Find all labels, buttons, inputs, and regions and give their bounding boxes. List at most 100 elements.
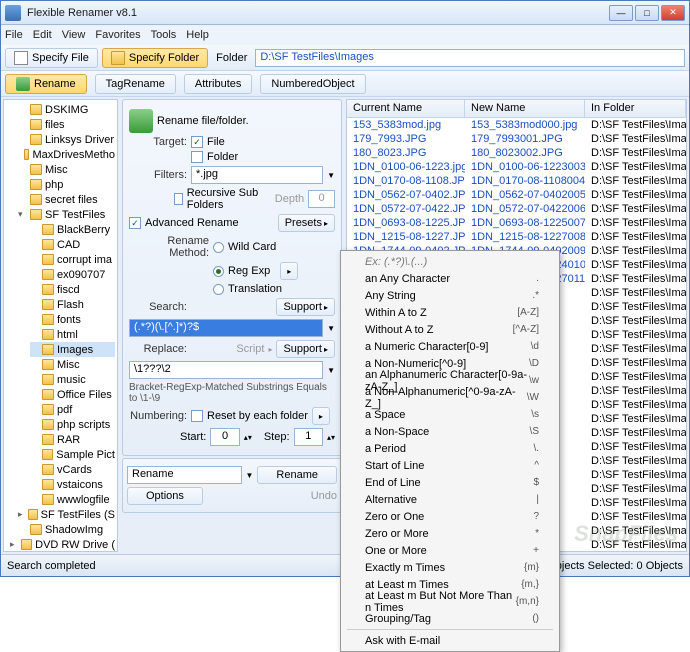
menu-tools[interactable]: Tools [151, 29, 177, 41]
table-row[interactable]: 1DN_0572-07-0422.JPG1DN_0572-07-0422006.… [347, 202, 686, 216]
tree-item[interactable]: vCards [30, 462, 115, 477]
target-folder-checkbox[interactable] [191, 151, 203, 163]
step-input[interactable]: 1 [294, 428, 323, 446]
specify-file-button[interactable]: Specify File [5, 48, 98, 68]
replace-dropdown-icon[interactable]: ▼ [327, 366, 335, 375]
filters-input[interactable]: *.jpg [191, 166, 323, 184]
tree-item[interactable]: ShadowImg [18, 522, 115, 537]
col-new-name[interactable]: New Name [465, 100, 585, 117]
maximize-button[interactable]: □ [635, 5, 659, 21]
rename-combo-dropdown-icon[interactable]: ▼ [246, 471, 254, 480]
menu-item[interactable]: Exactly m Times{m} [343, 559, 557, 576]
presets-button[interactable]: Presets▸ [278, 214, 335, 232]
tree-item[interactable]: DSKIMG [18, 102, 115, 117]
start-spinner-icon[interactable]: ▴▾ [244, 433, 252, 442]
recursive-checkbox[interactable] [174, 193, 183, 205]
menu-file[interactable]: File [5, 29, 23, 41]
table-row[interactable]: 1DN_0100-06-1223.jpg1DN_0100-06-1223003.… [347, 160, 686, 174]
method-wildcard-radio[interactable] [213, 242, 224, 253]
folder-tree[interactable]: DSKIMGfilesLinksys DriverMaxDrivesMethoM… [3, 99, 118, 552]
menu-item[interactable]: Zero or One? [343, 508, 557, 525]
tree-item[interactable]: Office Files [30, 387, 115, 402]
table-row[interactable]: 1DN_1215-08-1227.JPG1DN_1215-08-1227008.… [347, 230, 686, 244]
tree-item[interactable]: vstaicons [30, 477, 115, 492]
tab-attributes[interactable]: Attributes [184, 74, 252, 94]
menu-item[interactable]: Without A to Z[^A-Z] [343, 321, 557, 338]
step-spinner-icon[interactable]: ▴▾ [327, 433, 335, 442]
depth-input[interactable]: 0 [308, 190, 335, 208]
close-button[interactable]: ✕ [661, 5, 685, 21]
menu-favorites[interactable]: Favorites [95, 29, 140, 41]
tab-tagrename[interactable]: TagRename [95, 74, 176, 94]
numbering-arrow-button[interactable]: ▸ [312, 407, 330, 425]
tree-item[interactable]: fiscd [30, 282, 115, 297]
tree-item[interactable]: files [18, 117, 115, 132]
menu-item[interactable]: Within A to Z[A-Z] [343, 304, 557, 321]
replace-support-button[interactable]: Support▸ [276, 340, 335, 358]
menu-item[interactable]: One or More+ [343, 542, 557, 559]
tree-item[interactable]: RAR [30, 432, 115, 447]
tree-item[interactable]: music [30, 372, 115, 387]
tree-item[interactable]: pdf [30, 402, 115, 417]
specify-folder-button[interactable]: Specify Folder [102, 48, 208, 68]
table-row[interactable]: 179_7993.JPG179_7993001.JPGD:\SF TestFil… [347, 132, 686, 146]
menu-help[interactable]: Help [186, 29, 209, 41]
options-button[interactable]: Options [127, 487, 203, 505]
tree-item[interactable]: Misc [18, 162, 115, 177]
menu-item[interactable]: a Non-Alphanumeric[^0-9a-zA-Z_]\W [343, 389, 557, 406]
tree-item[interactable]: Linksys Driver [18, 132, 115, 147]
menu-item[interactable]: Zero or More* [343, 525, 557, 542]
menu-item[interactable]: a Numeric Character[0-9]\d [343, 338, 557, 355]
minimize-button[interactable]: — [609, 5, 633, 21]
col-current-name[interactable]: Current Name [347, 100, 465, 117]
method-translation-radio[interactable] [213, 284, 224, 295]
tree-item[interactable]: Flash [30, 297, 115, 312]
reset-each-checkbox[interactable] [191, 410, 203, 422]
tree-item[interactable]: CAD [30, 237, 115, 252]
tree-item[interactable]: corrupt ima [30, 252, 115, 267]
menu-item[interactable]: End of Line$ [343, 474, 557, 491]
tree-item[interactable]: html [30, 327, 115, 342]
menu-item[interactable]: a Period\. [343, 440, 557, 457]
menu-ask-email[interactable]: Ask with E-mail [343, 632, 557, 649]
tree-item[interactable]: wwwlogfile [30, 492, 115, 507]
menu-view[interactable]: View [62, 29, 86, 41]
menu-edit[interactable]: Edit [33, 29, 52, 41]
tree-item[interactable]: Misc [30, 357, 115, 372]
tab-numberedobject[interactable]: NumberedObject [260, 74, 365, 94]
target-file-checkbox[interactable]: ✓ [191, 136, 203, 148]
tree-item[interactable]: php [18, 177, 115, 192]
search-dropdown-icon[interactable]: ▼ [327, 324, 335, 333]
regexp-arrow-button[interactable]: ▸ [280, 262, 298, 280]
tree-item[interactable]: BlackBerry [30, 222, 115, 237]
rename-button[interactable]: Rename [257, 466, 337, 484]
tree-item[interactable]: ex090707 [30, 267, 115, 282]
rename-combo[interactable]: Rename [127, 466, 242, 484]
menu-item[interactable]: an Any Character. [343, 270, 557, 287]
folder-path-input[interactable]: D:\SF TestFiles\Images [255, 49, 685, 67]
tree-item[interactable]: php scripts [30, 417, 115, 432]
table-row[interactable]: 153_5383mod.jpg153_5383mod000.jpgD:\SF T… [347, 118, 686, 132]
menu-item[interactable]: at Least m But Not More Than n Times{m,n… [343, 593, 557, 610]
menu-item[interactable]: Start of Line^ [343, 457, 557, 474]
table-row[interactable]: 1DN_0693-08-1225.JPG1DN_0693-08-1225007.… [347, 216, 686, 230]
method-regexp-radio[interactable] [213, 266, 224, 277]
advanced-checkbox[interactable]: ✓ [129, 217, 141, 229]
tree-item[interactable]: ▸SF TestFiles (S [18, 507, 115, 522]
menu-item[interactable]: a Non-Space\S [343, 423, 557, 440]
undo-button[interactable]: Undo [311, 490, 337, 502]
table-row[interactable]: 180_8023.JPG180_8023002.JPGD:\SF TestFil… [347, 146, 686, 160]
search-support-button[interactable]: Support▸ [276, 298, 335, 316]
table-row[interactable]: 1DN_0562-07-0402.JPG1DN_0562-07-0402005.… [347, 188, 686, 202]
menu-item[interactable]: Alternative| [343, 491, 557, 508]
search-input[interactable]: (.*?)(\.[^.]*)?$ [129, 319, 323, 337]
tree-item[interactable]: Sample Pict [30, 447, 115, 462]
tree-item[interactable]: MaxDrivesMetho [18, 147, 115, 162]
tree-item[interactable]: ▸DVD RW Drive ( [10, 537, 115, 552]
col-in-folder[interactable]: In Folder [585, 100, 686, 117]
table-row[interactable]: 1DN_0170-08-1108.JPG1DN_0170-08-1108004.… [347, 174, 686, 188]
tree-item[interactable]: secret files [18, 192, 115, 207]
tree-item[interactable]: Images [30, 342, 115, 357]
tree-item[interactable]: fonts [30, 312, 115, 327]
replace-input[interactable]: \1???\2 [129, 361, 323, 379]
